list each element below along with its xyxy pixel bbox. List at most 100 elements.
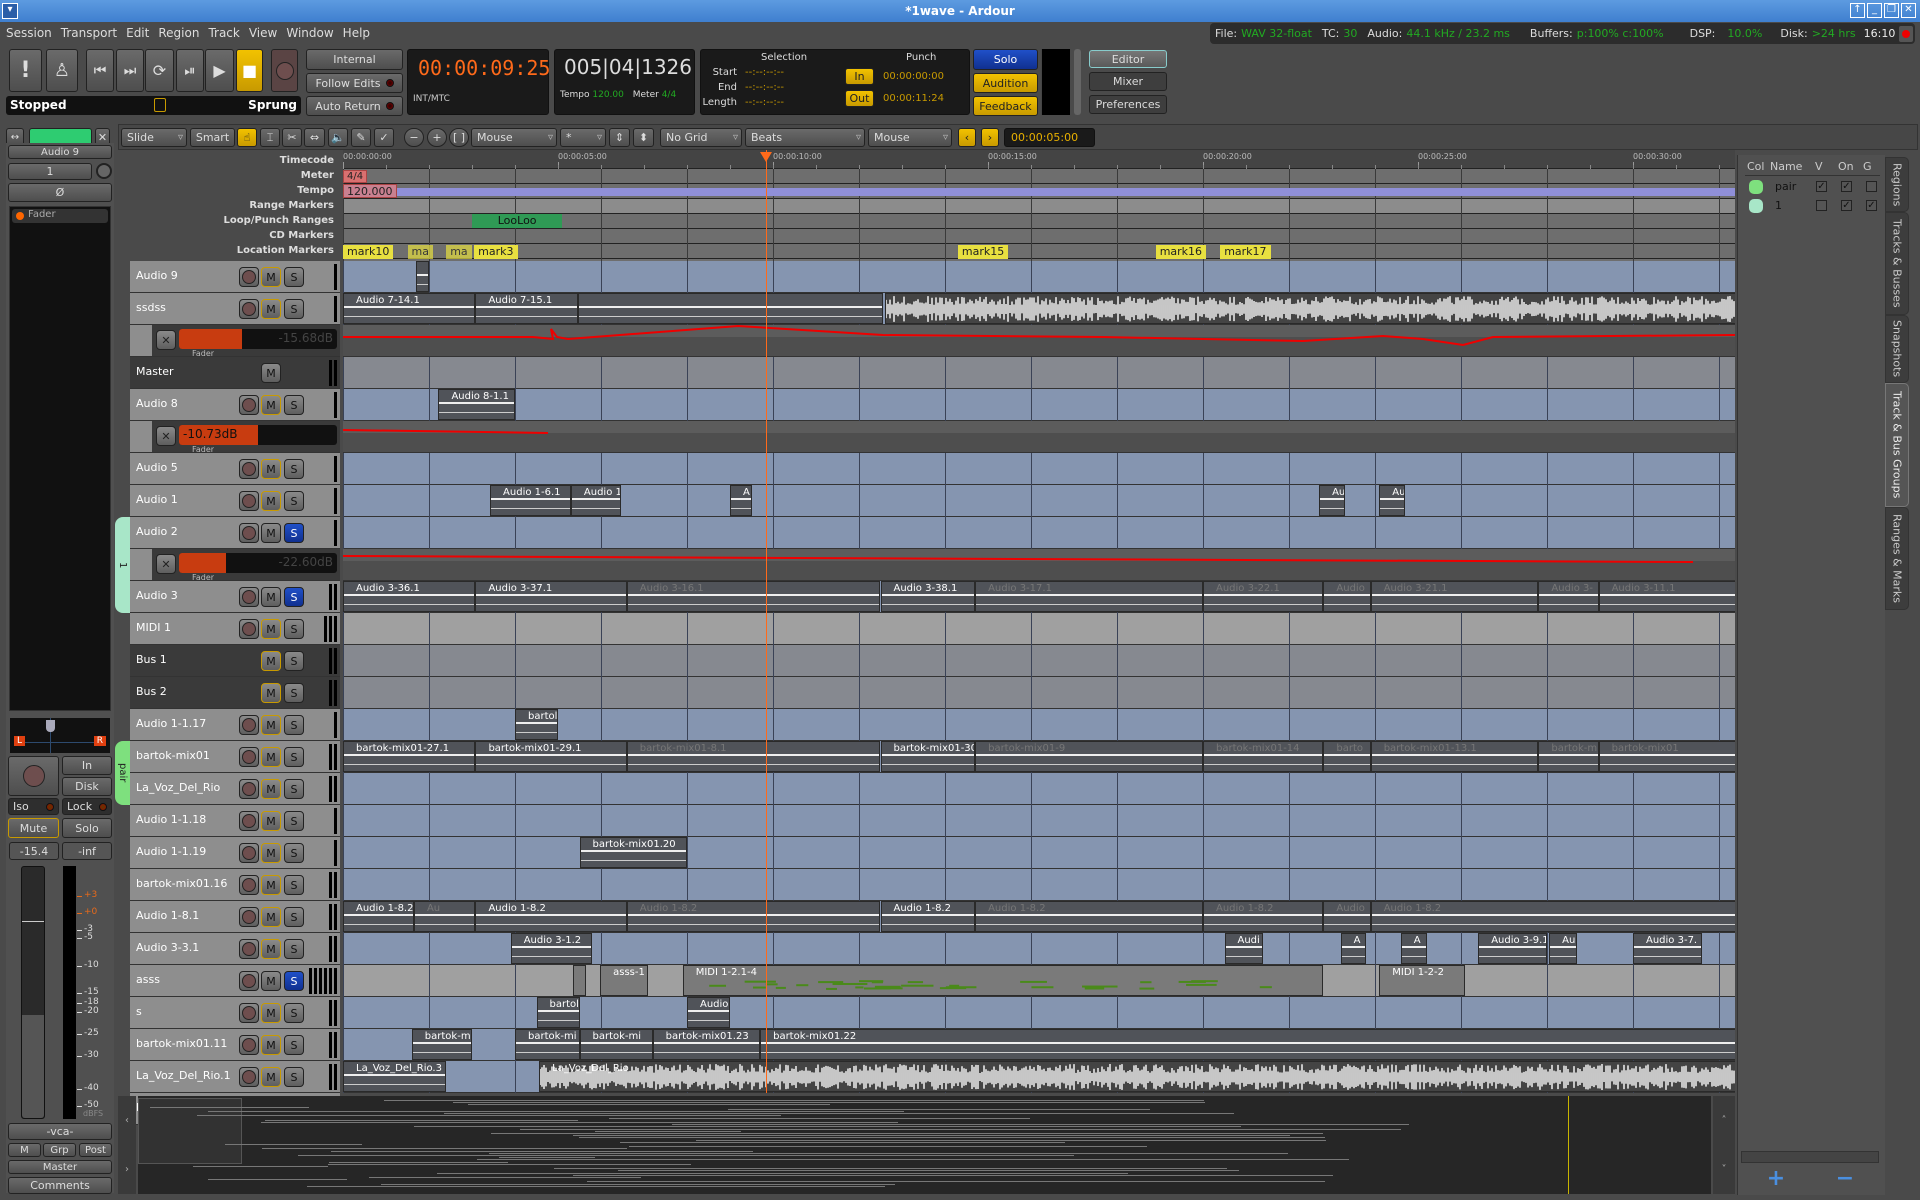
track-name[interactable]: ssdss [136, 301, 166, 314]
location-marker[interactable]: mark3 [474, 245, 518, 259]
group-g-checkbox[interactable]: ✓ [1866, 200, 1877, 211]
solo-button[interactable]: S [284, 907, 304, 927]
track-lane[interactable]: Audio 3-36.1 Audio 3-37.1 Audio 3-16.1 Audi… [343, 581, 1735, 613]
stretch-tool-icon[interactable]: ⇔ [304, 128, 325, 147]
track-header[interactable]: Audio 1-1.19 M S [130, 837, 340, 869]
region[interactable]: A [1400, 933, 1427, 964]
track-lane[interactable] [343, 773, 1735, 805]
region[interactable]: Audio 1-8.2 [343, 901, 414, 932]
region[interactable]: Audio 1-8.2 [626, 901, 881, 932]
mute-button[interactable]: M [261, 683, 281, 703]
track-lane[interactable] [343, 869, 1735, 901]
solo-button[interactable]: Solo [973, 49, 1038, 70]
preferences-button[interactable]: Preferences [1089, 95, 1167, 114]
minimize-icon[interactable]: _ [1867, 3, 1882, 18]
record-arm-button[interactable] [239, 395, 259, 415]
group-g-checkbox[interactable] [1866, 181, 1877, 192]
region[interactable]: Audio 7-14.1 [343, 293, 476, 324]
trim-knob[interactable] [96, 163, 112, 179]
solo-button[interactable]: S [284, 779, 304, 799]
region[interactable]: Audio 1-8.2 [1370, 901, 1735, 932]
region[interactable]: barto [1323, 741, 1371, 772]
track-name[interactable]: Audio 1-1.17 [136, 717, 206, 730]
region[interactable]: Au [1549, 933, 1578, 964]
record-arm-button[interactable] [239, 491, 259, 511]
track-lane[interactable]: bartok-m bartok-mi bartok-mi bartok-mix01.2… [343, 1029, 1735, 1061]
mute-button[interactable]: M [261, 619, 281, 639]
mute-button[interactable]: M [261, 875, 281, 895]
solo-button[interactable]: S [284, 1003, 304, 1023]
maximize-icon[interactable]: ❐ [1884, 3, 1899, 18]
mute-button[interactable]: M [261, 907, 281, 927]
automation-fader[interactable]: -15.68dB [179, 329, 337, 349]
grid-type-dropdown[interactable]: Beats [745, 128, 865, 147]
sidebar-tab[interactable]: Tracks & Busses [1885, 212, 1909, 315]
group-color-swatch[interactable] [1749, 180, 1763, 194]
track-header[interactable]: bartok-mix01 M S [130, 741, 340, 773]
ruler-row[interactable] [343, 150, 1735, 169]
mute-button[interactable]: M [261, 971, 281, 991]
track-header[interactable]: Audio 3-3.1 M S [130, 933, 340, 965]
group-color-swatch[interactable] [1749, 199, 1763, 213]
region[interactable]: Audio [1323, 581, 1371, 612]
track-name[interactable]: Audio 1-8.1 [136, 909, 199, 922]
record-arm-button[interactable] [239, 1067, 259, 1087]
record-arm-button[interactable] [239, 1035, 259, 1055]
track-lane[interactable] [343, 453, 1735, 485]
loop-button[interactable]: ⟳ [145, 49, 174, 92]
panner[interactable]: L R [10, 718, 110, 753]
record-arm-button[interactable] [239, 875, 259, 895]
mute-button[interactable]: M [261, 715, 281, 735]
selection-length[interactable]: --:--:--:-- [745, 97, 784, 108]
zoom-in-icon[interactable]: + [427, 128, 447, 147]
track-lane[interactable]: La_Voz_Del_Rio.3 La_Voz_Del_Rio [343, 1061, 1735, 1093]
region[interactable] [416, 261, 429, 292]
close-icon[interactable]: ✕ [1901, 3, 1916, 18]
region[interactable] [884, 293, 1735, 324]
region[interactable]: Audio 3- [1538, 581, 1599, 612]
phase-invert-button[interactable]: Ø [8, 183, 112, 202]
track-header[interactable]: La_Voz_Del_Rio.1 M S [130, 1061, 340, 1093]
meter-point-m-button[interactable]: M [8, 1143, 41, 1157]
track-header[interactable]: s MS [130, 997, 340, 1029]
record-arm-button[interactable] [239, 459, 259, 479]
region[interactable]: bartok-mix01-9 [975, 741, 1203, 772]
gain-fader[interactable] [21, 866, 45, 1119]
solo-button[interactable]: S [284, 811, 304, 831]
strip-mute-button[interactable]: Mute [8, 818, 59, 838]
auto-return-button[interactable]: Auto Return [306, 96, 403, 116]
track-header[interactable]: Bus 1 MS [130, 645, 340, 677]
region[interactable]: Au [1319, 485, 1345, 516]
region[interactable]: Au [1379, 485, 1406, 516]
lock-button[interactable]: Lock [62, 798, 112, 815]
mute-button[interactable]: M [261, 843, 281, 863]
region[interactable]: bartok-mix01-8.1 [626, 741, 881, 772]
mute-button[interactable]: M [261, 523, 281, 543]
location-marker[interactable]: ma [446, 245, 472, 259]
mixer-button[interactable]: Mixer [1089, 72, 1167, 91]
track-header[interactable]: Audio 2 MS [130, 517, 340, 549]
add-group-button[interactable]: + [1765, 1168, 1787, 1190]
track-lane[interactable] [343, 613, 1735, 645]
menu-edit[interactable]: Edit [126, 26, 149, 40]
track-name[interactable]: Audio 5 [136, 461, 178, 474]
track-lane[interactable] [343, 261, 1735, 293]
region[interactable]: bartok-mix01-14 [1203, 741, 1324, 772]
track-header[interactable]: Audio 1 MS [130, 485, 340, 517]
play-button[interactable]: ▶ [205, 49, 234, 92]
mute-button[interactable]: M [261, 1035, 281, 1055]
location-marker[interactable]: mark15 [957, 245, 1009, 259]
region[interactable]: bartol [515, 709, 558, 740]
group-on-checkbox[interactable]: ✓ [1841, 181, 1852, 192]
automation-line[interactable] [343, 421, 1735, 453]
editor-canvas[interactable]: Audio 7-14.1 Audio 7-15.1 Audio 8-1.1 Audio… [343, 261, 1735, 1093]
region[interactable]: bartok-m [411, 1029, 472, 1060]
record-arm-button[interactable] [239, 971, 259, 991]
edit-mode-dropdown[interactable]: Slide [121, 128, 187, 147]
track-lane[interactable] [343, 357, 1735, 389]
grid-dropdown[interactable]: No Grid [660, 128, 742, 147]
region[interactable]: bartok-mix01.23 [652, 1029, 761, 1060]
output-button[interactable]: Master [8, 1160, 112, 1174]
editor-summary[interactable] [138, 1096, 1711, 1194]
mute-button[interactable]: M [261, 811, 281, 831]
